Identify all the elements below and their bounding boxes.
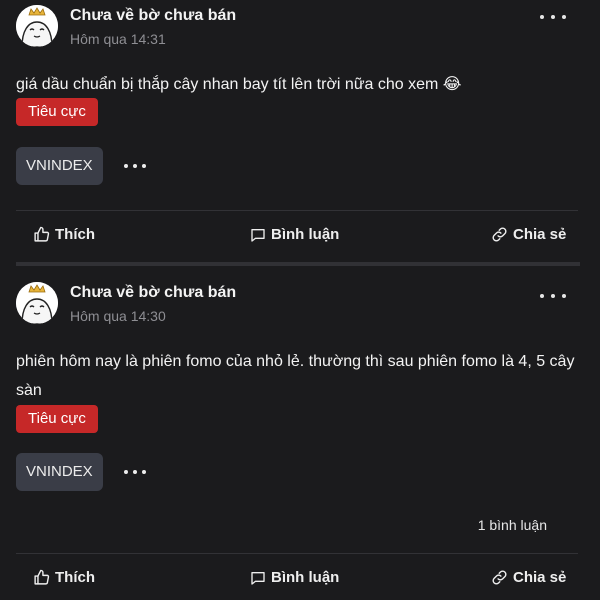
post-card: Chưa về bờ chưa bán Hôm qua 14:30 phiên … (0, 266, 580, 600)
dot (540, 294, 544, 298)
post-author[interactable]: Chưa về bờ chưa bán (70, 284, 236, 302)
share-label: Chia sẻ (513, 569, 567, 586)
dot (562, 15, 566, 19)
like-button[interactable]: Thích (33, 226, 95, 243)
chat-bubble-icon (251, 228, 265, 242)
dot (142, 164, 146, 168)
divider (16, 553, 578, 554)
thumbs-up-icon (34, 226, 50, 242)
more-tags-icon[interactable] (124, 161, 146, 171)
post-card: Chưa về bờ chưa bán Hôm qua 14:31 giá dầ… (0, 0, 580, 262)
dot (551, 15, 555, 19)
post-content: phiên hôm nay là phiên fomo của nhỏ lẻ. … (16, 353, 575, 399)
post-timestamp: Hôm qua 14:30 (70, 308, 166, 324)
share-label: Chia sẻ (513, 226, 567, 243)
link-icon (492, 227, 507, 242)
dot (551, 294, 555, 298)
thumbs-up-icon (34, 569, 50, 585)
more-options-icon[interactable] (540, 288, 566, 304)
avatar[interactable] (16, 5, 58, 47)
post-content: giá dầu chuẩn bị thắp cây nhan bay tít l… (16, 76, 462, 93)
chat-bubble-icon (251, 571, 265, 585)
more-options-icon[interactable] (540, 9, 566, 25)
ticker-tag-vnindex[interactable]: VNINDEX (16, 453, 103, 491)
share-button[interactable]: Chia sẻ (491, 226, 566, 243)
avatar[interactable] (16, 282, 58, 324)
avatar-illustration (16, 5, 58, 47)
dot (133, 164, 137, 168)
comment-label: Bình luận (271, 226, 340, 243)
dot (562, 294, 566, 298)
dot (133, 470, 137, 474)
ticker-tag-vnindex[interactable]: VNINDEX (16, 147, 103, 185)
more-tags-icon[interactable] (124, 467, 146, 477)
dot (124, 164, 128, 168)
dot (540, 15, 544, 19)
sentiment-badge: Tiêu cực (16, 98, 98, 126)
divider (16, 210, 578, 211)
like-label: Thích (55, 569, 95, 586)
dot (142, 470, 146, 474)
comment-count[interactable]: 1 bình luận (478, 517, 547, 533)
dot (124, 470, 128, 474)
link-icon (492, 570, 507, 585)
avatar-illustration (16, 282, 58, 324)
comment-label: Bình luận (271, 569, 340, 586)
post-author[interactable]: Chưa về bờ chưa bán (70, 7, 236, 25)
like-button[interactable]: Thích (33, 569, 95, 586)
like-label: Thích (55, 226, 95, 243)
comment-button[interactable]: Bình luận (250, 569, 339, 586)
post-timestamp: Hôm qua 14:31 (70, 31, 166, 47)
sentiment-badge: Tiêu cực (16, 405, 98, 433)
comment-button[interactable]: Bình luận (250, 226, 339, 243)
share-button[interactable]: Chia sẻ (491, 569, 566, 586)
